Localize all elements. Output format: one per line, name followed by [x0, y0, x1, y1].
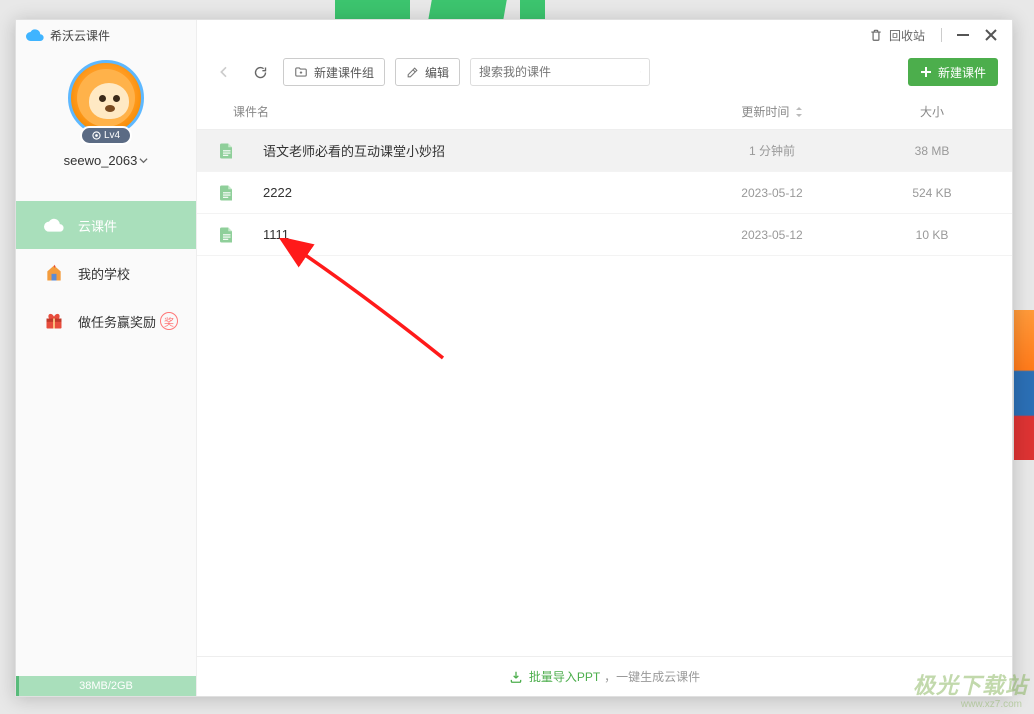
sidebar: 希沃云课件 Lv4 seewo_2063 云课件 我的学校: [16, 20, 197, 696]
school-icon: [44, 263, 64, 283]
sidebar-nav: 云课件 我的学校 做任务赢奖励 奖: [16, 201, 196, 676]
titlebar-right: 回收站: [197, 20, 1012, 50]
new-group-button[interactable]: 新建课件组: [283, 58, 385, 86]
file-name: 2222: [247, 185, 672, 200]
watermark-sub: www.xz7.com: [961, 699, 1022, 710]
table-row[interactable]: 语文老师必看的互动课堂小妙招1 分钟前38 MB: [197, 130, 1012, 172]
file-time: 1 分钟前: [672, 142, 872, 159]
sidebar-item-label: 我的学校: [78, 264, 130, 283]
cloud-icon: [44, 215, 64, 235]
main-area: 回收站 新建课件组 编辑 新建课件: [197, 20, 1012, 696]
avatar-block: Lv4 seewo_2063: [16, 50, 196, 176]
sidebar-item-my-school[interactable]: 我的学校: [16, 249, 196, 297]
file-size: 10 KB: [872, 228, 992, 242]
file-name: 语文老师必看的互动课堂小妙招: [247, 141, 672, 160]
col-time-header[interactable]: 更新时间: [672, 103, 872, 120]
file-time: 2023-05-12: [672, 186, 872, 200]
app-title: 希沃云课件: [50, 27, 110, 44]
reward-badge: 奖: [160, 312, 178, 330]
username[interactable]: seewo_2063: [64, 153, 149, 168]
caret-down-icon: [139, 156, 148, 165]
app-window: 希沃云课件 Lv4 seewo_2063 云课件 我的学校: [15, 19, 1013, 697]
search-box[interactable]: [470, 58, 650, 86]
refresh-button[interactable]: [247, 59, 273, 85]
trash-icon: [869, 28, 883, 42]
folder-plus-icon: [294, 65, 308, 79]
close-button[interactable]: [980, 24, 1002, 46]
table-row[interactable]: 11112023-05-1210 KB: [197, 214, 1012, 256]
minimize-button[interactable]: [952, 24, 974, 46]
file-time: 2023-05-12: [672, 228, 872, 242]
footer-hint: ，一键生成云课件: [604, 668, 700, 685]
search-icon: [640, 65, 641, 79]
recycle-bin-link[interactable]: 回收站: [863, 25, 931, 46]
sidebar-item-label: 做任务赢奖励: [78, 312, 156, 331]
import-ppt-link[interactable]: 批量导入PPT: [509, 668, 600, 685]
col-name-header[interactable]: 课件名: [217, 103, 672, 120]
toolbar: 新建课件组 编辑 新建课件: [197, 50, 1012, 94]
storage-bar: 38MB/2GB: [16, 676, 196, 696]
col-size-header[interactable]: 大小: [872, 103, 992, 120]
table-body: 语文老师必看的互动课堂小妙招1 分钟前38 MB22222023-05-1252…: [197, 130, 1012, 656]
titlebar-left: 希沃云课件: [16, 20, 196, 50]
footer-bar: 批量导入PPT ，一键生成云课件: [197, 656, 1012, 696]
file-size: 524 KB: [872, 186, 992, 200]
sort-icon: [795, 106, 803, 120]
new-courseware-button[interactable]: 新建课件: [908, 58, 998, 86]
file-size: 38 MB: [872, 144, 992, 158]
cloud-icon: [26, 28, 44, 42]
edit-icon: [406, 66, 419, 79]
table-row[interactable]: 22222023-05-12524 KB: [197, 172, 1012, 214]
background-fragment: [1014, 310, 1034, 460]
level-badge: Lv4: [80, 126, 132, 145]
import-icon: [509, 670, 523, 684]
search-input[interactable]: [479, 65, 634, 79]
gift-icon: [44, 311, 64, 331]
storage-label: 38MB/2GB: [79, 680, 133, 692]
edit-button[interactable]: 编辑: [395, 58, 460, 86]
back-button: [211, 59, 237, 85]
sidebar-item-cloud-courseware[interactable]: 云课件: [16, 201, 196, 249]
sidebar-item-rewards[interactable]: 做任务赢奖励 奖: [16, 297, 196, 345]
sidebar-item-label: 云课件: [78, 216, 117, 235]
table-header: 课件名 更新时间 大小: [197, 94, 1012, 130]
avatar[interactable]: [68, 60, 144, 136]
file-name: 1111: [247, 227, 672, 242]
plus-icon: [920, 66, 932, 78]
